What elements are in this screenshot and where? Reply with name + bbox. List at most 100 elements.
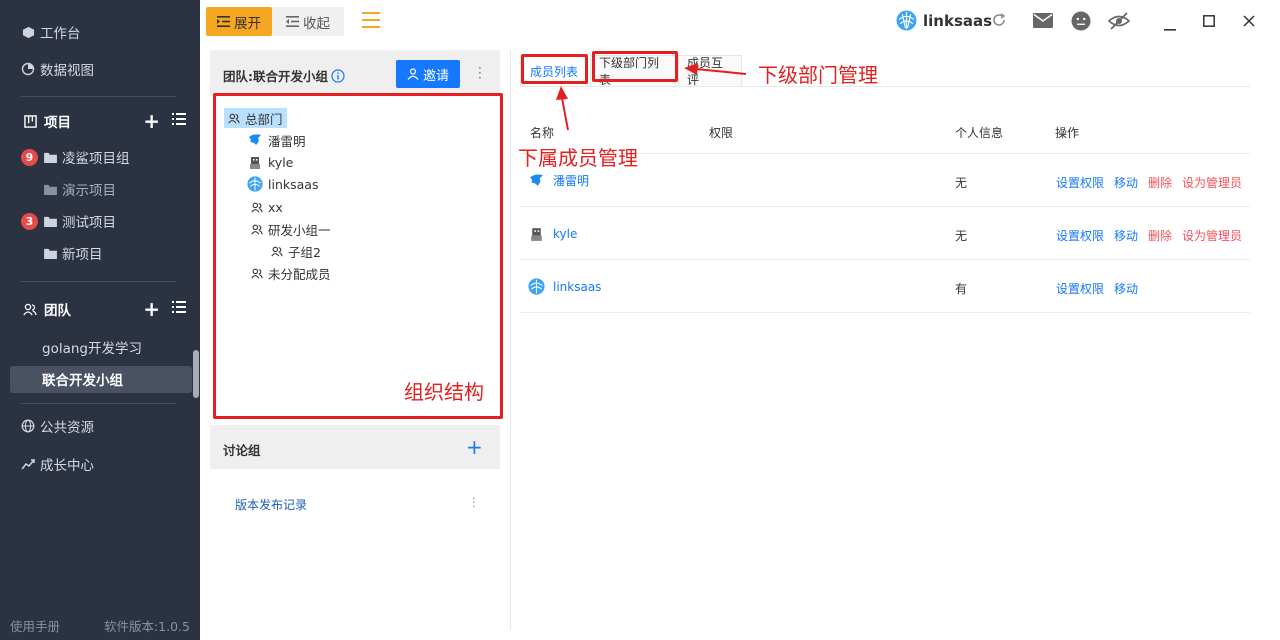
sidebar-item-label: 新项目 — [62, 247, 103, 263]
user-icon — [407, 68, 419, 80]
table-row-name: kyle — [528, 225, 577, 242]
collapse-button[interactable]: 收起 — [272, 7, 344, 36]
board-icon — [22, 113, 38, 129]
team-title-text: 团队:联合开发小组 — [223, 69, 328, 84]
sidebar-section-team[interactable]: 团队 + — [0, 294, 200, 324]
eye-hidden-icon[interactable] — [1107, 12, 1131, 34]
set-admin-link[interactable]: 设为管理员 — [1182, 227, 1242, 244]
table-row-name: 潘雷明 — [528, 172, 589, 189]
version-text: 软件版本:1.0.5 — [103, 619, 190, 634]
sidebar-item-label: 演示项目 — [62, 183, 116, 199]
list-icon[interactable] — [172, 301, 186, 317]
sidebar: 工作台 数据视图 项目 + 9 凌鲨项目组 演示项目 3 测试项目 新项目 团队… — [0, 0, 200, 640]
sidebar-section-label: 项目 — [44, 115, 71, 131]
folder-icon — [42, 181, 58, 197]
set-permission-link[interactable]: 设置权限 — [1056, 227, 1104, 244]
add-team-icon[interactable]: + — [143, 299, 160, 319]
globe-icon — [20, 418, 36, 434]
delete-link[interactable]: 删除 — [1148, 227, 1172, 244]
row-divider — [520, 312, 1250, 313]
folder-icon — [42, 213, 58, 229]
sidebar-item-growth-center[interactable]: 成长中心 — [0, 449, 200, 479]
manual-link[interactable]: 使用手册 — [10, 616, 60, 635]
annotation-dept-mgmt: 下级部门管理 — [758, 63, 878, 87]
sidebar-item-public-resources[interactable]: 公共资源 — [0, 411, 200, 441]
menu-icon[interactable] — [362, 12, 380, 32]
sidebar-item-team[interactable]: golang开发学习 — [0, 332, 200, 362]
linksaas-avatar-icon — [528, 278, 545, 295]
robot-avatar-icon — [531, 228, 542, 241]
status-face-icon[interactable] — [1071, 11, 1091, 35]
expand-label: 展开 — [234, 15, 261, 32]
more-options-icon[interactable]: · · · — [478, 62, 482, 84]
row-actions: 设置权限 移动 删除 设为管理员 — [1056, 227, 1242, 244]
annotation-box-org — [213, 93, 503, 419]
sidebar-item-project[interactable]: 演示项目 — [0, 174, 200, 204]
sidebar-item-label: 成长中心 — [40, 458, 94, 474]
add-project-icon[interactable]: + — [143, 111, 160, 131]
scrollbar-thumb[interactable] — [193, 350, 199, 398]
annotation-org-structure: 组织结构 — [404, 380, 484, 404]
member-name-link[interactable]: kyle — [553, 227, 577, 241]
sidebar-section-label: 团队 — [44, 303, 71, 319]
sidebar-item-project-group[interactable]: 9 凌鲨项目组 — [0, 142, 200, 172]
refresh-icon[interactable] — [991, 12, 1007, 32]
invite-label: 邀请 — [422, 68, 449, 84]
brand: linksaas — [896, 10, 992, 31]
sidebar-footer: 使用手册 软件版本:1.0.5 — [10, 616, 190, 635]
member-info: 无 — [955, 176, 968, 190]
tab-peer-review[interactable]: 成员互评 — [678, 55, 742, 87]
move-link[interactable]: 移动 — [1114, 227, 1138, 244]
column-header-permission: 权限 — [709, 126, 734, 140]
sidebar-item-data-view[interactable]: 数据视图 — [0, 54, 200, 84]
member-info: 无 — [955, 229, 968, 243]
sidebar-item-label: golang开发学习 — [42, 341, 142, 357]
mail-icon[interactable] — [1033, 13, 1053, 32]
annotation-box-dept-tab — [592, 51, 678, 82]
set-permission-link[interactable]: 设置权限 — [1056, 174, 1104, 191]
panel-divider — [510, 50, 511, 630]
invite-button[interactable]: 邀请 — [396, 60, 460, 88]
add-discussion-icon[interactable]: + — [466, 435, 483, 459]
close-icon[interactable] — [1243, 15, 1255, 31]
expand-icon — [217, 16, 230, 27]
trend-icon — [20, 456, 36, 472]
list-icon[interactable] — [172, 113, 186, 129]
expand-button[interactable]: 展开 — [206, 7, 272, 36]
divider — [20, 96, 176, 97]
maximize-icon[interactable] — [1203, 15, 1215, 31]
more-options-icon[interactable]: · · · — [472, 493, 476, 512]
sidebar-section-project[interactable]: 项目 + — [0, 106, 200, 136]
linksaas-logo-icon — [896, 10, 917, 31]
set-admin-link[interactable]: 设为管理员 — [1182, 174, 1242, 191]
sidebar-item-team-active[interactable]: 联合开发小组 — [0, 364, 200, 394]
collapse-icon — [286, 16, 299, 27]
folder-icon — [42, 149, 58, 165]
sidebar-item-project[interactable]: 新项目 — [0, 238, 200, 268]
row-actions: 设置权限 移动 删除 设为管理员 — [1056, 174, 1242, 191]
member-name-link[interactable]: linksaas — [553, 280, 601, 294]
move-link[interactable]: 移动 — [1114, 174, 1138, 191]
sidebar-item-workbench[interactable]: 工作台 — [0, 17, 200, 47]
delete-link[interactable]: 删除 — [1148, 174, 1172, 191]
team-header: 团队:联合开发小组 邀请 · · · — [210, 50, 500, 96]
sidebar-item-label: 工作台 — [40, 26, 81, 42]
discussion-item[interactable]: 版本发布记录 — [235, 496, 307, 513]
member-name-link[interactable]: 潘雷明 — [553, 172, 589, 189]
member-info: 有 — [955, 282, 968, 296]
tab-underline — [520, 86, 1250, 87]
row-divider — [520, 206, 1250, 207]
folder-icon — [42, 245, 58, 261]
cube-icon — [20, 24, 36, 40]
sidebar-item-label: 数据视图 — [40, 63, 94, 79]
move-link[interactable]: 移动 — [1114, 280, 1138, 297]
count-badge: 3 — [21, 212, 38, 230]
bird-avatar-icon — [530, 174, 543, 186]
info-icon[interactable] — [331, 68, 345, 83]
sidebar-item-label: 公共资源 — [40, 420, 94, 436]
minimize-icon[interactable] — [1164, 20, 1176, 35]
divider — [20, 403, 176, 404]
count-badge: 9 — [21, 148, 38, 166]
set-permission-link[interactable]: 设置权限 — [1056, 280, 1104, 297]
sidebar-item-project-group[interactable]: 3 测试项目 — [0, 206, 200, 236]
